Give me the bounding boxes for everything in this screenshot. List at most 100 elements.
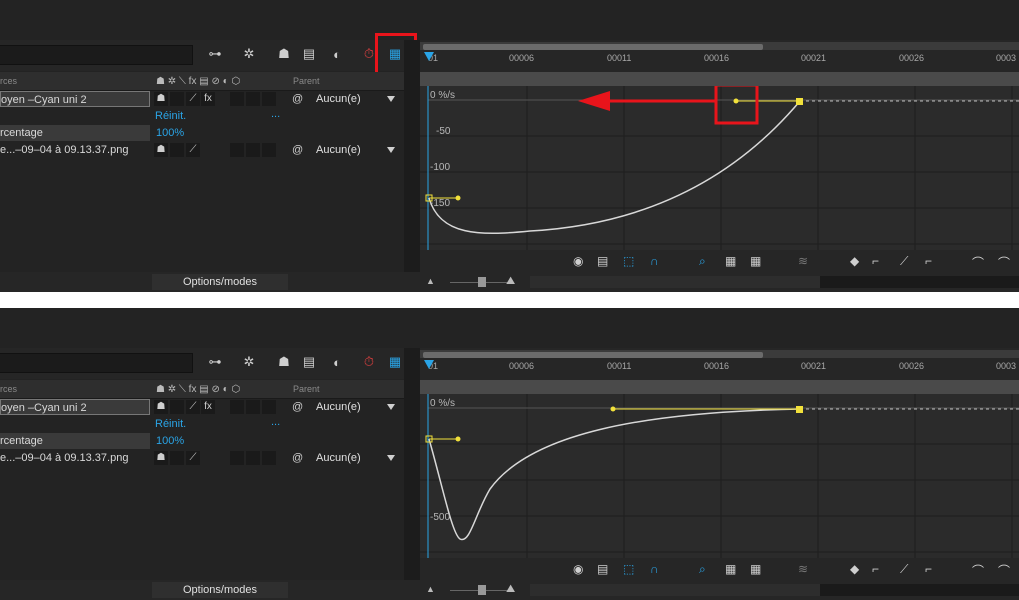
layer-name[interactable]: e...–09–04 à 09.13.37.png (0, 450, 150, 466)
pickwhip-icon[interactable]: @ (292, 399, 303, 415)
fx-icon[interactable]: fx (201, 92, 215, 106)
scrollbar-track[interactable] (820, 584, 1019, 596)
auto-bezier-icon[interactable]: ⌐ (925, 562, 932, 576)
switch-box[interactable] (230, 400, 244, 414)
switch-box[interactable] (170, 92, 184, 106)
property-value[interactable]: 100% (156, 125, 184, 141)
options-modes-button[interactable]: Options/modes (152, 582, 288, 598)
speed-graph[interactable] (420, 394, 1019, 580)
playhead-icon[interactable] (424, 52, 434, 61)
zoom-out-icon[interactable]: ▲ (426, 276, 435, 286)
flowchart-icon[interactable]: ⊶ (206, 354, 224, 370)
draft-3d-icon[interactable]: ✲ (240, 354, 258, 370)
zoom-in-icon[interactable]: ⛰ (506, 583, 515, 596)
transform-box-icon[interactable]: ⬚ (623, 562, 634, 576)
playhead-icon[interactable] (424, 360, 434, 369)
layer-bar[interactable] (420, 380, 1019, 394)
fit-all-icon[interactable]: ▦ (725, 254, 736, 268)
work-range-bar[interactable] (420, 42, 1019, 50)
ease-in-icon[interactable]: ⌒ (998, 562, 1010, 579)
layer-bar[interactable] (420, 72, 1019, 86)
switch-box[interactable] (262, 92, 276, 106)
graph-editor[interactable]: 01 00006 00011 00016 00021 00026 0003 0 … (420, 40, 1019, 272)
switch-box[interactable] (170, 400, 184, 414)
options-modes-button[interactable]: Options/modes (152, 274, 288, 290)
search-input[interactable] (0, 353, 193, 373)
shy-icon[interactable]: ☗ (154, 451, 168, 465)
scrollbar-track[interactable] (820, 276, 1019, 288)
eye-icon[interactable]: ◉ (573, 562, 583, 576)
chevron-down-icon[interactable] (387, 455, 395, 461)
eye-icon[interactable]: ◉ (573, 254, 583, 268)
parent-select[interactable]: Aucun(e) (316, 399, 361, 415)
layer-row[interactable]: oyen –Cyan uni 2 ☗ ⟋ fx @ Aucun(e) (0, 399, 404, 415)
switch-box[interactable] (262, 400, 276, 414)
separate-dims-icon[interactable]: ≋ (798, 562, 808, 576)
pickwhip-icon[interactable]: @ (292, 91, 303, 107)
speed-graph[interactable] (420, 86, 1019, 272)
layer-name[interactable]: e...–09–04 à 09.13.37.png (0, 142, 150, 158)
motion-blur-icon[interactable]: ◐ (328, 354, 346, 370)
range-fill[interactable] (423, 352, 763, 358)
zoom-slider-thumb[interactable] (478, 585, 486, 595)
chevron-down-icon[interactable] (387, 96, 395, 102)
options-dots[interactable]: ... (271, 414, 280, 430)
zoom-fit-icon[interactable]: ⌕ (699, 562, 706, 577)
switch-box[interactable] (246, 92, 260, 106)
time-ruler[interactable]: 01 00006 00011 00016 00021 00026 0003 (420, 40, 1019, 72)
chevron-down-icon[interactable] (387, 147, 395, 153)
fx-icon[interactable]: fx (201, 400, 215, 414)
parent-select[interactable]: Aucun(e) (316, 91, 361, 107)
edit-keyframe-icon[interactable]: ◆ (850, 562, 859, 576)
list-icon[interactable]: ▤ (597, 254, 608, 268)
reset-link[interactable]: Réinit. (155, 416, 186, 432)
quality-icon[interactable]: ⟋ (186, 143, 200, 157)
edit-keyframe-icon[interactable]: ◆ (850, 254, 859, 268)
property-value[interactable]: 100% (156, 433, 184, 449)
fit-all-icon[interactable]: ▦ (725, 562, 736, 576)
shy-icon[interactable]: ☗ (154, 400, 168, 414)
zoom-slider-thumb[interactable] (478, 277, 486, 287)
draft-3d-icon[interactable]: ✲ (240, 46, 258, 62)
switch-box[interactable] (262, 451, 276, 465)
quality-icon[interactable]: ⟋ (186, 92, 200, 106)
search-input[interactable] (0, 45, 193, 65)
fit-selection-icon[interactable]: ▦ (750, 562, 761, 576)
frame-blending-icon[interactable]: ▤ (300, 354, 318, 370)
parent-select[interactable]: Aucun(e) (316, 142, 361, 158)
reset-link[interactable]: Réinit. (155, 108, 186, 124)
stopwatch-icon[interactable]: ⏱ (360, 354, 378, 370)
shy-layers-icon[interactable]: ☗ (275, 46, 293, 62)
layer-row[interactable]: oyen –Cyan uni 2 ☗ ⟋ fx @ Aucun(e) (0, 91, 404, 107)
quality-icon[interactable]: ⟋ (186, 400, 200, 414)
switch-box[interactable] (230, 143, 244, 157)
pickwhip-icon[interactable]: @ (292, 142, 303, 158)
snap-icon[interactable]: ∩ (650, 562, 659, 576)
layer-name[interactable]: oyen –Cyan uni 2 (0, 399, 150, 415)
hold-icon[interactable]: ⌐ (872, 254, 879, 268)
time-ruler[interactable]: 01 00006 00011 00016 00021 00026 0003 (420, 348, 1019, 380)
shy-layers-icon[interactable]: ☗ (275, 354, 293, 370)
switch-box[interactable] (230, 451, 244, 465)
separate-dims-icon[interactable]: ≋ (798, 254, 808, 268)
range-fill[interactable] (423, 44, 763, 50)
switch-box[interactable] (246, 451, 260, 465)
chevron-down-icon[interactable] (387, 404, 395, 410)
shy-icon[interactable]: ☗ (154, 143, 168, 157)
switch-box[interactable] (246, 143, 260, 157)
layer-name[interactable]: oyen –Cyan uni 2 (0, 91, 150, 107)
parent-select[interactable]: Aucun(e) (316, 450, 361, 466)
zoom-out-icon[interactable]: ▲ (426, 584, 435, 594)
switch-box[interactable] (170, 451, 184, 465)
fit-selection-icon[interactable]: ▦ (750, 254, 761, 268)
pickwhip-icon[interactable]: @ (292, 450, 303, 466)
graph-editor-icon[interactable]: ▦ (386, 354, 404, 370)
linear-icon[interactable]: ⟋ (900, 254, 908, 269)
transform-box-icon[interactable]: ⬚ (623, 254, 634, 268)
frame-blending-icon[interactable]: ▤ (300, 46, 318, 62)
switch-box[interactable] (262, 143, 276, 157)
shy-icon[interactable]: ☗ (154, 92, 168, 106)
zoom-fit-icon[interactable]: ⌕ (699, 254, 706, 269)
scrollbar[interactable] (530, 584, 820, 596)
switch-box[interactable] (230, 92, 244, 106)
